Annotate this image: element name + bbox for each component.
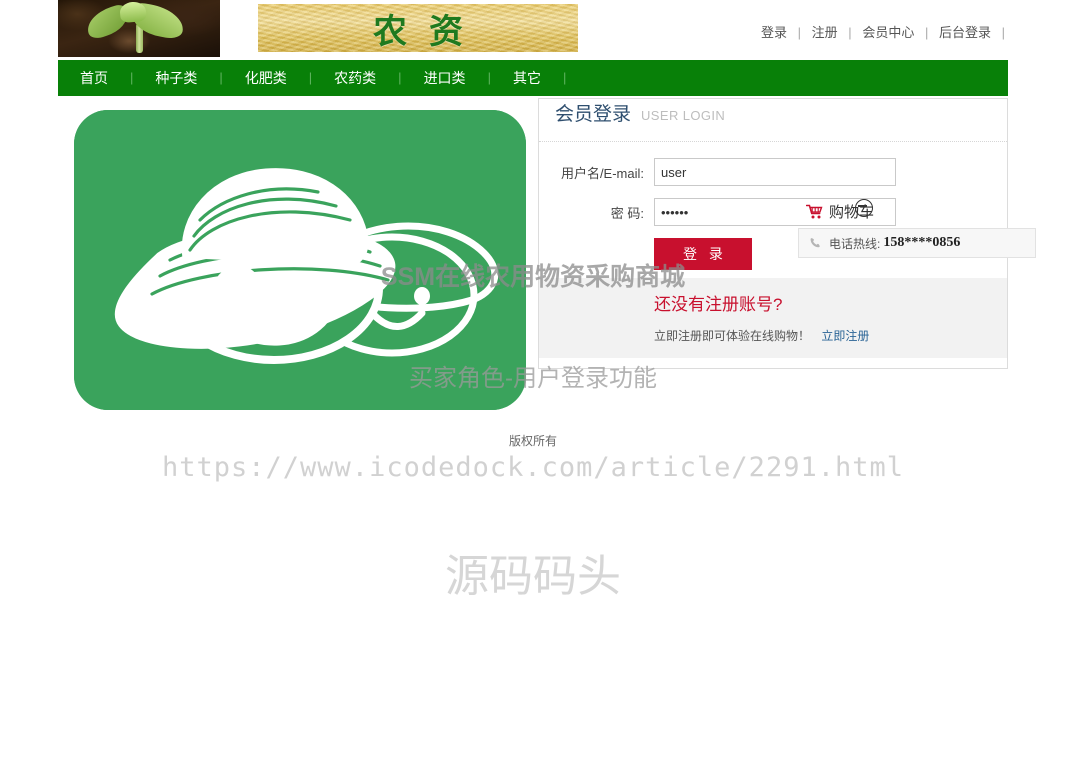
nav-item-other[interactable]: 其它 <box>491 60 563 96</box>
register-hint-text: 立即注册即可体验在线购物！ <box>654 329 811 343</box>
watermark-brand: 源码码头 <box>445 552 621 601</box>
link-register[interactable]: 注册 <box>810 25 840 40</box>
nav-item-imported[interactable]: 进口类 <box>402 60 488 96</box>
register-prompt-title: 还没有注册账号? <box>654 295 783 314</box>
link-admin-login[interactable]: 后台登录 <box>937 25 993 40</box>
login-panel-header: 会员登录 USER LOGIN <box>539 99 1007 142</box>
hotline-number: 158****0856 <box>883 235 961 250</box>
site-footer: 版权所有 <box>0 432 1066 449</box>
phone-icon <box>809 237 822 250</box>
register-now-link[interactable]: 立即注册 <box>821 329 869 343</box>
seedling-photo-logo <box>58 0 220 57</box>
top-link-separator-1: | <box>797 25 802 40</box>
link-login[interactable]: 登录 <box>759 25 789 40</box>
register-prompt-hint: 立即注册即可体验在线购物！ 立即注册 <box>654 327 1007 344</box>
shopping-cart-button[interactable]: 购物车 <box>800 198 880 224</box>
nav-item-pesticide[interactable]: 农药类 <box>312 60 398 96</box>
farmers-with-straw-hats-illustration <box>74 110 526 410</box>
shopping-cart-icon <box>806 204 823 219</box>
site-header: 农资 登录 | 注册 | 会员中心 | 后台登录 | <box>0 0 1066 62</box>
username-input[interactable] <box>654 158 896 186</box>
login-panel-subtitle: USER LOGIN <box>641 108 726 123</box>
top-link-separator-3: | <box>924 25 929 40</box>
top-link-separator-2: | <box>848 25 852 40</box>
password-row: 密 码: <box>539 198 1007 226</box>
footer-copyright: 版权所有 <box>508 434 557 448</box>
top-link-separator-4: | <box>1001 25 1005 40</box>
site-logo-text: 农资 <box>373 11 485 52</box>
nav-separator-6: | <box>562 70 567 85</box>
register-prompt-block: 还没有注册账号? 立即注册即可体验在线购物！ 立即注册 <box>539 278 1007 358</box>
nav-item-seeds[interactable]: 种子类 <box>133 60 219 96</box>
phone-hotline-box: 电话热线: 158****0856 <box>798 228 1036 258</box>
login-submit-button[interactable]: 登 录 <box>654 238 752 270</box>
hotline-label: 电话热线: <box>829 236 881 251</box>
main-navigation: 首页 | 种子类 | 化肥类 | 农药类 | 进口类 | 其它 | <box>58 60 1008 96</box>
login-panel-title: 会员登录 <box>555 104 632 125</box>
promo-banner-image <box>74 110 526 410</box>
watermark-url: https://www.icodedock.com/article/2291.h… <box>162 452 904 483</box>
sprout-leaf-top-icon <box>119 0 147 24</box>
link-member-center[interactable]: 会员中心 <box>860 25 916 40</box>
site-logo-banner: 农资 <box>258 4 578 52</box>
password-label: 密 码: <box>610 205 644 221</box>
cart-badge-icon <box>855 199 873 217</box>
username-row: 用户名/E-mail: <box>539 158 1007 186</box>
page-root: 农资 登录 | 注册 | 会员中心 | 后台登录 | 首页 | 种子类 | 化肥… <box>0 0 1066 778</box>
top-utility-links: 登录 | 注册 | 会员中心 | 后台登录 | <box>759 22 1010 41</box>
nav-item-fertilizer[interactable]: 化肥类 <box>223 60 309 96</box>
username-label: 用户名/E-mail: <box>560 165 644 181</box>
nav-item-home[interactable]: 首页 <box>58 60 130 96</box>
